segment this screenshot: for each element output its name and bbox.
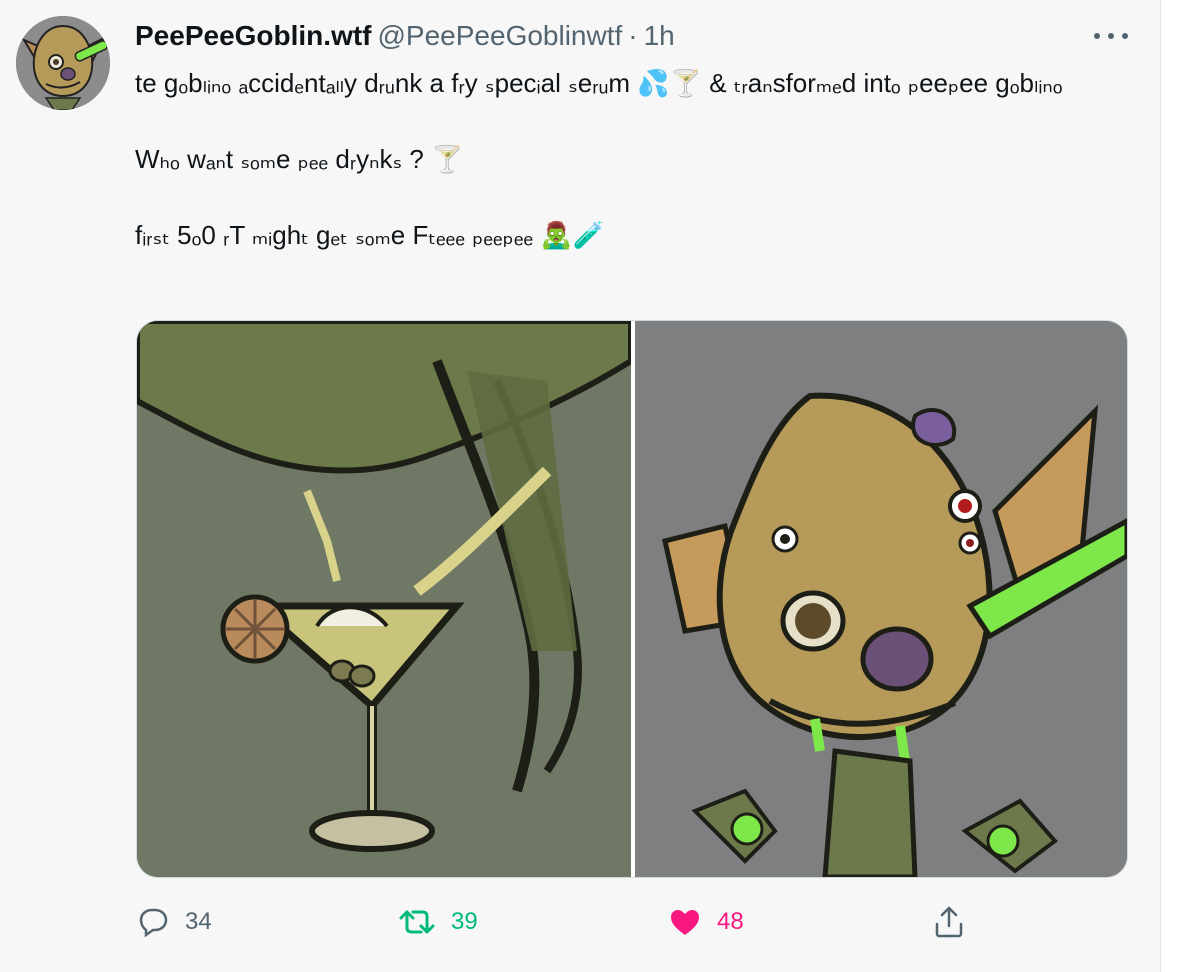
tweet-text-line2: Wₕₒ wₐₙt ₛₒₘe ₚₑₑ dᵣyₙkₛ ? xyxy=(135,144,432,174)
tweet-actions: 34 39 48 xyxy=(135,895,1125,949)
reply-count: 34 xyxy=(185,908,212,935)
cocktail-illustration xyxy=(137,321,634,877)
tweet-card[interactable]: PeePeeGoblin.wtf @PeePeeGoblinwtf · 1h t… xyxy=(0,0,1160,972)
user-handle[interactable]: @PeePeeGoblinwtf xyxy=(378,20,623,52)
tweet-paragraph-1: te gₒbₗᵢₙₒ ₐccidₑntₐₗₗy dᵣᵤnk a fᵣy ₛpec… xyxy=(135,64,1125,102)
sweat-droplets-cocktail-emoji-icon: 💦🍸 xyxy=(637,68,703,98)
goblin-illustration xyxy=(635,321,1127,877)
display-name[interactable]: PeePeeGoblin.wtf xyxy=(135,20,372,52)
retweet-icon xyxy=(399,910,435,934)
media-grid[interactable] xyxy=(136,320,1128,878)
tweet-text: te gₒbₗᵢₙₒ ₐccidₑntₐₗₗy dᵣᵤnk a fᵣy ₛpec… xyxy=(135,64,1125,254)
avatar[interactable] xyxy=(16,16,110,110)
more-dot xyxy=(1108,33,1114,39)
tweet-text-line1: te gₒbₗᵢₙₒ ₐccidₑntₐₗₗy dᵣᵤnk a fᵣy ₛpec… xyxy=(135,68,631,98)
like-button[interactable]: 48 xyxy=(667,895,744,949)
cocktail-emoji-icon: 🍸 xyxy=(431,144,464,174)
more-dot xyxy=(1094,33,1100,39)
retweet-button[interactable]: 39 xyxy=(397,895,478,949)
heart-icon xyxy=(671,910,699,935)
more-icon[interactable] xyxy=(1094,22,1128,50)
goblin-avatar-image xyxy=(16,16,110,110)
retweet-count: 39 xyxy=(451,908,478,935)
tweet-paragraph-3: fᵢᵣₛₜ 5ₒ0 ᵣT ₘᵢghₜ gₑₜ ₛₒₘe Fₜₑₑₑ ₚₑₑₚₑₑ… xyxy=(135,216,1125,254)
tweet-text-line1-cont: & ₜᵣaₙsforₘₑd intₒ ₚeeₚee gₒbₗᵢₙₒ xyxy=(702,68,1063,98)
share-icon xyxy=(935,906,963,938)
reply-icon xyxy=(139,908,168,938)
like-count: 48 xyxy=(717,908,744,935)
reply-button[interactable]: 34 xyxy=(135,895,212,949)
tweet-text-line3: fᵢᵣₛₜ 5ₒ0 ᵣT ₘᵢghₜ gₑₜ ₛₒₘe Fₜₑₑₑ ₚₑₑₚₑₑ xyxy=(135,220,541,250)
timestamp[interactable]: 1h xyxy=(644,20,675,52)
media-image-cocktail[interactable] xyxy=(137,321,634,877)
tweet-header: PeePeeGoblin.wtf @PeePeeGoblinwtf · 1h xyxy=(135,18,675,54)
separator-dot: · xyxy=(628,20,638,51)
tweet-paragraph-2: Wₕₒ wₐₙt ₛₒₘe ₚₑₑ dᵣyₙkₛ ? 🍸 xyxy=(135,140,1125,178)
share-button[interactable] xyxy=(931,895,967,949)
zombie-test-tube-emoji-icon: 🧟‍♂️🧪 xyxy=(540,220,606,250)
page-edge xyxy=(1160,0,1200,972)
more-dot xyxy=(1122,33,1128,39)
media-image-goblin[interactable] xyxy=(635,321,1127,877)
